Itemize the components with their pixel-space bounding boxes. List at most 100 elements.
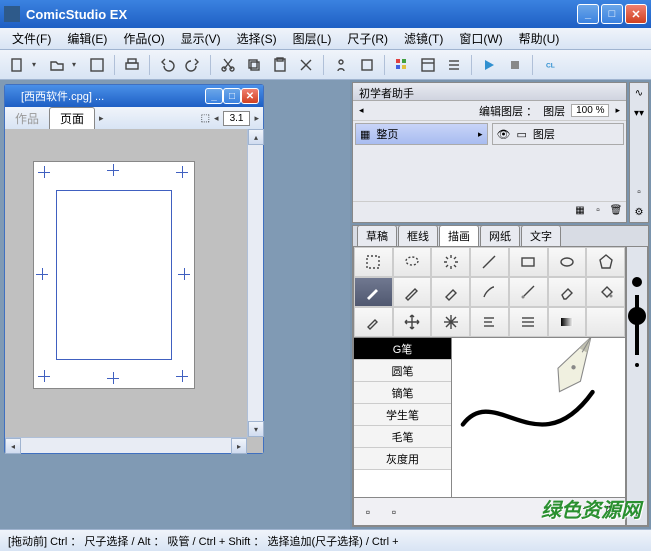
menu-work[interactable]: 作品(O) (115, 28, 172, 49)
palette-icon[interactable] (391, 54, 413, 76)
airbrush-tool-icon[interactable] (509, 277, 548, 307)
zoom-field[interactable]: 100 % (571, 104, 609, 117)
tab-text[interactable]: 文字 (521, 225, 561, 246)
dropdown-icon[interactable]: ▾ (72, 60, 82, 69)
config-icon[interactable]: ⚙ (631, 206, 647, 222)
panel-icon[interactable] (417, 54, 439, 76)
delete-icon[interactable] (295, 54, 317, 76)
scroll-right-icon[interactable]: ▸ (231, 438, 247, 454)
chevron-left-icon[interactable]: ◂ (214, 113, 219, 124)
marquee-tool-icon[interactable] (354, 247, 393, 277)
menu-edit[interactable]: 编辑(E) (59, 28, 115, 49)
menu-file[interactable]: 文件(F) (4, 28, 59, 49)
pen-g[interactable]: G笔 (354, 338, 451, 360)
nav-layer[interactable]: 👁 ▭ 图层 (492, 123, 625, 145)
page-canvas[interactable] (33, 161, 195, 389)
page-number-field[interactable]: 3.1 (223, 111, 251, 126)
opt-icon[interactable]: ▫ (629, 509, 645, 525)
undo-icon[interactable] (156, 54, 178, 76)
ellipse-tool-icon[interactable] (548, 247, 587, 277)
page-fit-icon[interactable]: ⬚ (201, 113, 210, 124)
tab-frame[interactable]: 框线 (398, 225, 438, 246)
menu-select[interactable]: 选择(S) (229, 28, 285, 49)
chevron-left-icon[interactable]: ◂ (359, 105, 364, 116)
new-file-icon[interactable] (6, 54, 28, 76)
copy-icon[interactable] (243, 54, 265, 76)
clp-icon[interactable]: CL (539, 54, 569, 76)
eyedropper-tool-icon[interactable] (354, 307, 393, 337)
menu-help[interactable]: 帮助(U) (511, 28, 568, 49)
chevron-right-icon[interactable]: ▸ (254, 113, 259, 124)
trash-icon[interactable]: 🗑 (608, 204, 624, 220)
save-icon[interactable] (86, 54, 108, 76)
pen-brush[interactable]: 毛笔 (354, 426, 451, 448)
menu-view[interactable]: 显示(V) (173, 28, 229, 49)
pen-round[interactable]: 圆笔 (354, 360, 451, 382)
pen-kabura[interactable]: 镝笔 (354, 382, 451, 404)
menu-window[interactable]: 窗口(W) (451, 28, 510, 49)
add-icon[interactable]: ▫ (631, 186, 647, 202)
options-icon[interactable]: ▾▾ (631, 107, 647, 123)
chevron-right-icon[interactable]: ▸ (99, 113, 104, 124)
marker-tool-icon[interactable] (431, 277, 470, 307)
lasso-tool-icon[interactable] (393, 247, 432, 277)
thumb-icon[interactable]: ▦ (572, 204, 588, 220)
close-button[interactable]: ✕ (625, 4, 647, 24)
opt-icon[interactable]: ▫ (549, 502, 569, 522)
paste-icon[interactable] (269, 54, 291, 76)
doc-close-button[interactable]: ✕ (241, 88, 259, 104)
nav-whole-page[interactable]: ▦ 整页 ▸ (355, 123, 488, 145)
list-icon[interactable] (443, 54, 465, 76)
book-icon[interactable] (356, 54, 378, 76)
line-tool-icon[interactable] (470, 247, 509, 277)
open-file-icon[interactable] (46, 54, 68, 76)
scroll-left-icon[interactable]: ◂ (5, 438, 21, 454)
canvas-area[interactable] (5, 129, 263, 453)
pencil-tool-icon[interactable] (393, 277, 432, 307)
menu-filter[interactable]: 滤镜(T) (396, 28, 451, 49)
tab-draw[interactable]: 描画 (439, 225, 479, 246)
horizontal-scrollbar[interactable]: ◂ ▸ (5, 437, 247, 453)
pen-tool-icon[interactable] (354, 277, 393, 307)
move-tool-icon[interactable] (393, 307, 432, 337)
fill-tool-icon[interactable] (586, 277, 625, 307)
play-icon[interactable] (478, 54, 500, 76)
vertical-scrollbar[interactable]: ▴ ▾ (247, 129, 263, 437)
pen-school[interactable]: 学生笔 (354, 404, 451, 426)
tab-tone[interactable]: 网纸 (480, 225, 520, 246)
doc-maximize-button[interactable]: □ (223, 88, 241, 104)
dropdown-icon[interactable]: ▾ (32, 60, 42, 69)
slider-thumb[interactable] (628, 307, 646, 325)
print-icon[interactable] (121, 54, 143, 76)
brush-size-slider[interactable] (635, 295, 639, 355)
cut-icon[interactable] (217, 54, 239, 76)
eraser-tool-icon[interactable] (548, 277, 587, 307)
trash-icon[interactable]: 🗑 (601, 502, 621, 522)
scroll-up-icon[interactable]: ▴ (248, 129, 264, 145)
redo-icon[interactable] (182, 54, 204, 76)
polygon-tool-icon[interactable] (586, 247, 625, 277)
opt-icon[interactable]: ▫ (384, 502, 404, 522)
character-icon[interactable] (330, 54, 352, 76)
stream-tool-icon[interactable] (509, 307, 548, 337)
new-layer-icon[interactable]: ▫ (590, 204, 606, 220)
align-tool-icon[interactable] (470, 307, 509, 337)
tab-page[interactable]: 页面 (49, 107, 95, 129)
pen-gray[interactable]: 灰度用 (354, 448, 451, 470)
wand-tool-icon[interactable] (431, 247, 470, 277)
menu-layer[interactable]: 图层(L) (285, 28, 340, 49)
rect-tool-icon[interactable] (509, 247, 548, 277)
snap-icon[interactable]: ∿ (631, 87, 647, 103)
opt-icon[interactable]: ▫ (358, 502, 378, 522)
stop-icon[interactable] (504, 54, 526, 76)
maximize-button[interactable]: □ (601, 4, 623, 24)
burst-tool-icon[interactable] (431, 307, 470, 337)
tab-draft[interactable]: 草稿 (357, 225, 397, 246)
scroll-down-icon[interactable]: ▾ (248, 421, 264, 437)
doc-minimize-button[interactable]: _ (205, 88, 223, 104)
gradient-tool-icon[interactable] (548, 307, 587, 337)
menu-ruler[interactable]: 尺子(R) (339, 28, 396, 49)
minimize-button[interactable]: _ (577, 4, 599, 24)
chevron-right-icon[interactable]: ▸ (615, 105, 620, 116)
brush-tool-icon[interactable] (470, 277, 509, 307)
